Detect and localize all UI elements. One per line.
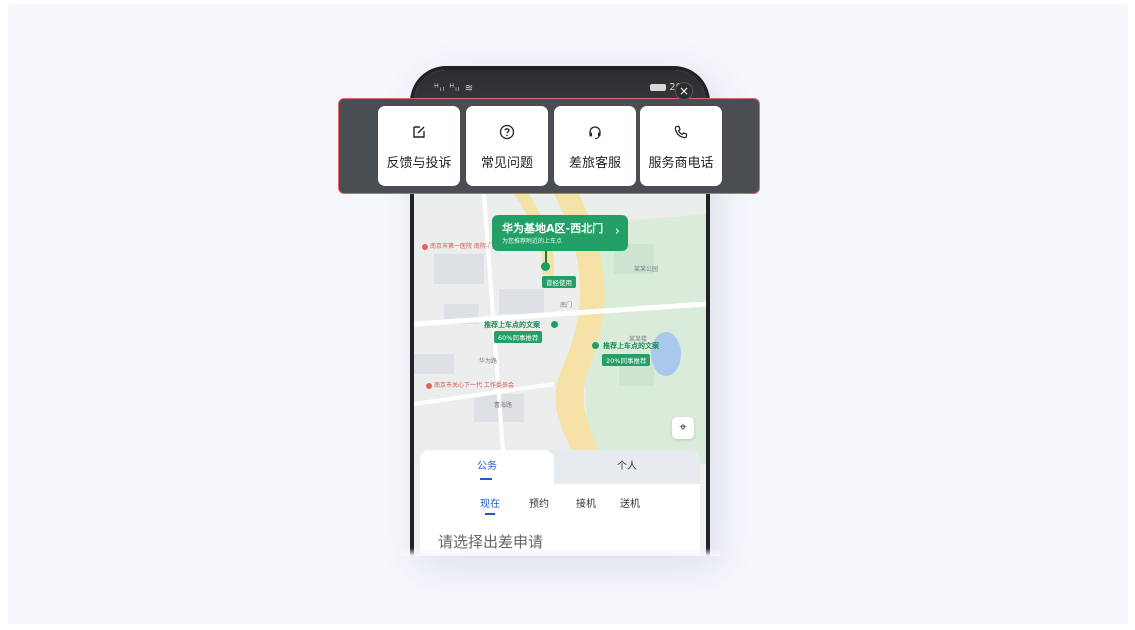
recommend-point-2-label[interactable]: 推荐上车点的文案 [603, 341, 659, 351]
help-icon [466, 124, 548, 140]
recommend-point-1-marker[interactable] [551, 321, 558, 328]
chevron-right-icon: › [614, 224, 620, 239]
bottom-fade [400, 548, 720, 556]
map-label-park: 某某公园 [634, 266, 659, 273]
tab-personal[interactable]: 个人 [554, 450, 700, 484]
pickup-point-title: 华为基地A区-西北门 [502, 222, 604, 235]
subtab-reserve[interactable]: 预约 [529, 495, 549, 510]
map-label-road-2: 曹海路 [494, 402, 513, 409]
map-label-road-1: 华为路 [479, 358, 498, 365]
map-label-gate: 南门 [560, 302, 573, 309]
subtab-now[interactable]: 现在 [480, 495, 500, 515]
signal-indicator: ᴴᵢₗ ᴴᵢₗ ≋ [434, 83, 475, 94]
close-icon[interactable]: × [675, 82, 693, 100]
feedback-complaint-button[interactable]: 反馈与投诉 [378, 106, 460, 186]
recommend-point-1-tag: 60%同事推荐 [494, 331, 543, 343]
quick-actions-bar: 反馈与投诉 常见问题 差旅客服 服务商电话 [338, 98, 760, 194]
action-label: 常见问题 [480, 156, 533, 171]
map-poi-committee[interactable]: 南京市关心下一代 工作委员会 [426, 380, 514, 389]
locate-me-button[interactable]: ⌖ [672, 417, 694, 439]
action-label: 服务商电话 [648, 156, 714, 171]
subtab-pickup[interactable]: 接机 [576, 495, 596, 510]
subtab-dropoff[interactable]: 送机 [620, 495, 640, 510]
phone-icon [640, 124, 722, 140]
pickup-point-bubble[interactable]: 华为基地A区-西北门 为您推荐附近的上车点 › [492, 215, 628, 251]
headset-icon [554, 124, 636, 140]
recommend-point-2-tag: 20%同事推荐 [602, 354, 651, 366]
booking-panel: 公务 个人 现在 预约 接机 送机 请选择出差申请 [420, 450, 700, 556]
tab-business[interactable]: 公务 [420, 450, 554, 486]
used-before-tag: 曾经使用 [542, 276, 576, 288]
action-label: 反馈与投诉 [386, 156, 452, 171]
faq-button[interactable]: 常见问题 [466, 106, 548, 186]
crosshair-icon: ⌖ [679, 420, 687, 435]
travel-service-button[interactable]: 差旅客服 [554, 106, 636, 186]
recommend-point-2-marker[interactable] [592, 342, 599, 349]
recommend-point-1-label[interactable]: 推荐上车点的文案 [484, 320, 540, 330]
edit-icon [378, 124, 460, 140]
provider-phone-button[interactable]: 服务商电话 [640, 106, 722, 186]
action-label: 差旅客服 [568, 156, 621, 171]
pickup-pin-icon [541, 262, 550, 271]
pickup-point-subtitle: 为您推荐附近的上车点 [502, 238, 563, 245]
